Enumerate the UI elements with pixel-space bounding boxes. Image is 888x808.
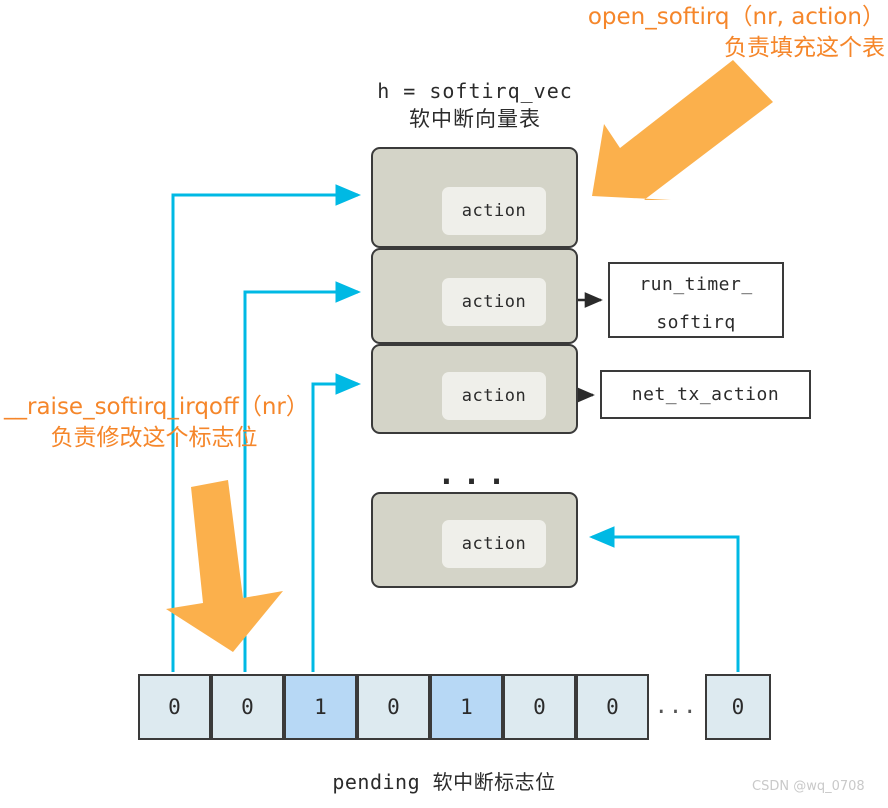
- watermark: CSDN @wq_0708: [752, 779, 865, 794]
- softirq-vec-slot-1[interactable]: action: [371, 248, 578, 344]
- pending-bit-3[interactable]: 0: [357, 674, 430, 740]
- handler-run-timer-softirq[interactable]: run_timer_ softirq: [608, 262, 784, 338]
- vector-table-heading-code: h = softirq_vec: [377, 79, 573, 103]
- orange-arrow-open-softirq: [592, 60, 773, 200]
- handler-run-timer-softirq-line2: softirq: [656, 312, 736, 333]
- orange-arrow-raise-softirq: [166, 480, 283, 652]
- pending-bits-ellipsis: ...: [654, 694, 698, 719]
- vector-table-heading: h = softirq_vec 软中断向量表: [350, 77, 600, 134]
- pending-bit-2[interactable]: 1: [284, 674, 357, 740]
- softirq-vec-slot-2-action: action: [442, 372, 546, 420]
- annotation-open-softirq: open_softirq（nr, action） 负责填充这个表: [575, 2, 885, 64]
- pending-bit-1[interactable]: 0: [211, 674, 284, 740]
- pending-array-label-cn: 软中断标志位: [432, 770, 556, 794]
- softirq-vec-slot-n-action: action: [442, 520, 546, 568]
- vector-table-heading-cn: 软中断向量表: [409, 107, 541, 131]
- annotation-raise-softirq-line2: 负责修改这个标志位: [50, 425, 258, 451]
- pending-array-label: pending 软中断标志位: [244, 766, 644, 795]
- annotation-raise-softirq: __raise_softirq_irqoff（nr） 负责修改这个标志位: [4, 392, 309, 454]
- pending-bit-5[interactable]: 0: [503, 674, 576, 740]
- handler-net-tx-action[interactable]: net_tx_action: [600, 370, 811, 419]
- flow-lastbit-to-slot4: [589, 526, 740, 672]
- flow-bit1-to-slot2: [243, 281, 361, 672]
- annotation-open-softirq-line1: open_softirq（nr, action）: [587, 4, 885, 30]
- flow-bit2-to-slot3: [311, 373, 361, 672]
- annotation-raise-softirq-line1: __raise_softirq_irqoff（nr）: [4, 394, 309, 420]
- vector-table-ellipsis: ...: [437, 457, 513, 492]
- softirq-vec-slot-n[interactable]: action: [371, 492, 578, 588]
- pending-bit-0[interactable]: 0: [138, 674, 211, 740]
- softirq-vec-slot-2[interactable]: action: [371, 344, 578, 434]
- pending-bit-last[interactable]: 0: [705, 674, 771, 740]
- softirq-vec-slot-0-action: action: [442, 187, 546, 235]
- pending-array-label-code: pending: [332, 770, 421, 794]
- pending-bit-6[interactable]: 0: [576, 674, 649, 740]
- softirq-vec-slot-1-action: action: [442, 278, 546, 326]
- handler-run-timer-softirq-line1: run_timer_: [639, 274, 753, 295]
- pending-bit-4[interactable]: 1: [430, 674, 503, 740]
- diagram-canvas: open_softirq（nr, action） 负责填充这个表 __raise…: [0, 0, 888, 808]
- annotation-open-softirq-line2: 负责填充这个表: [724, 35, 885, 61]
- softirq-vec-slot-0[interactable]: action: [371, 147, 578, 248]
